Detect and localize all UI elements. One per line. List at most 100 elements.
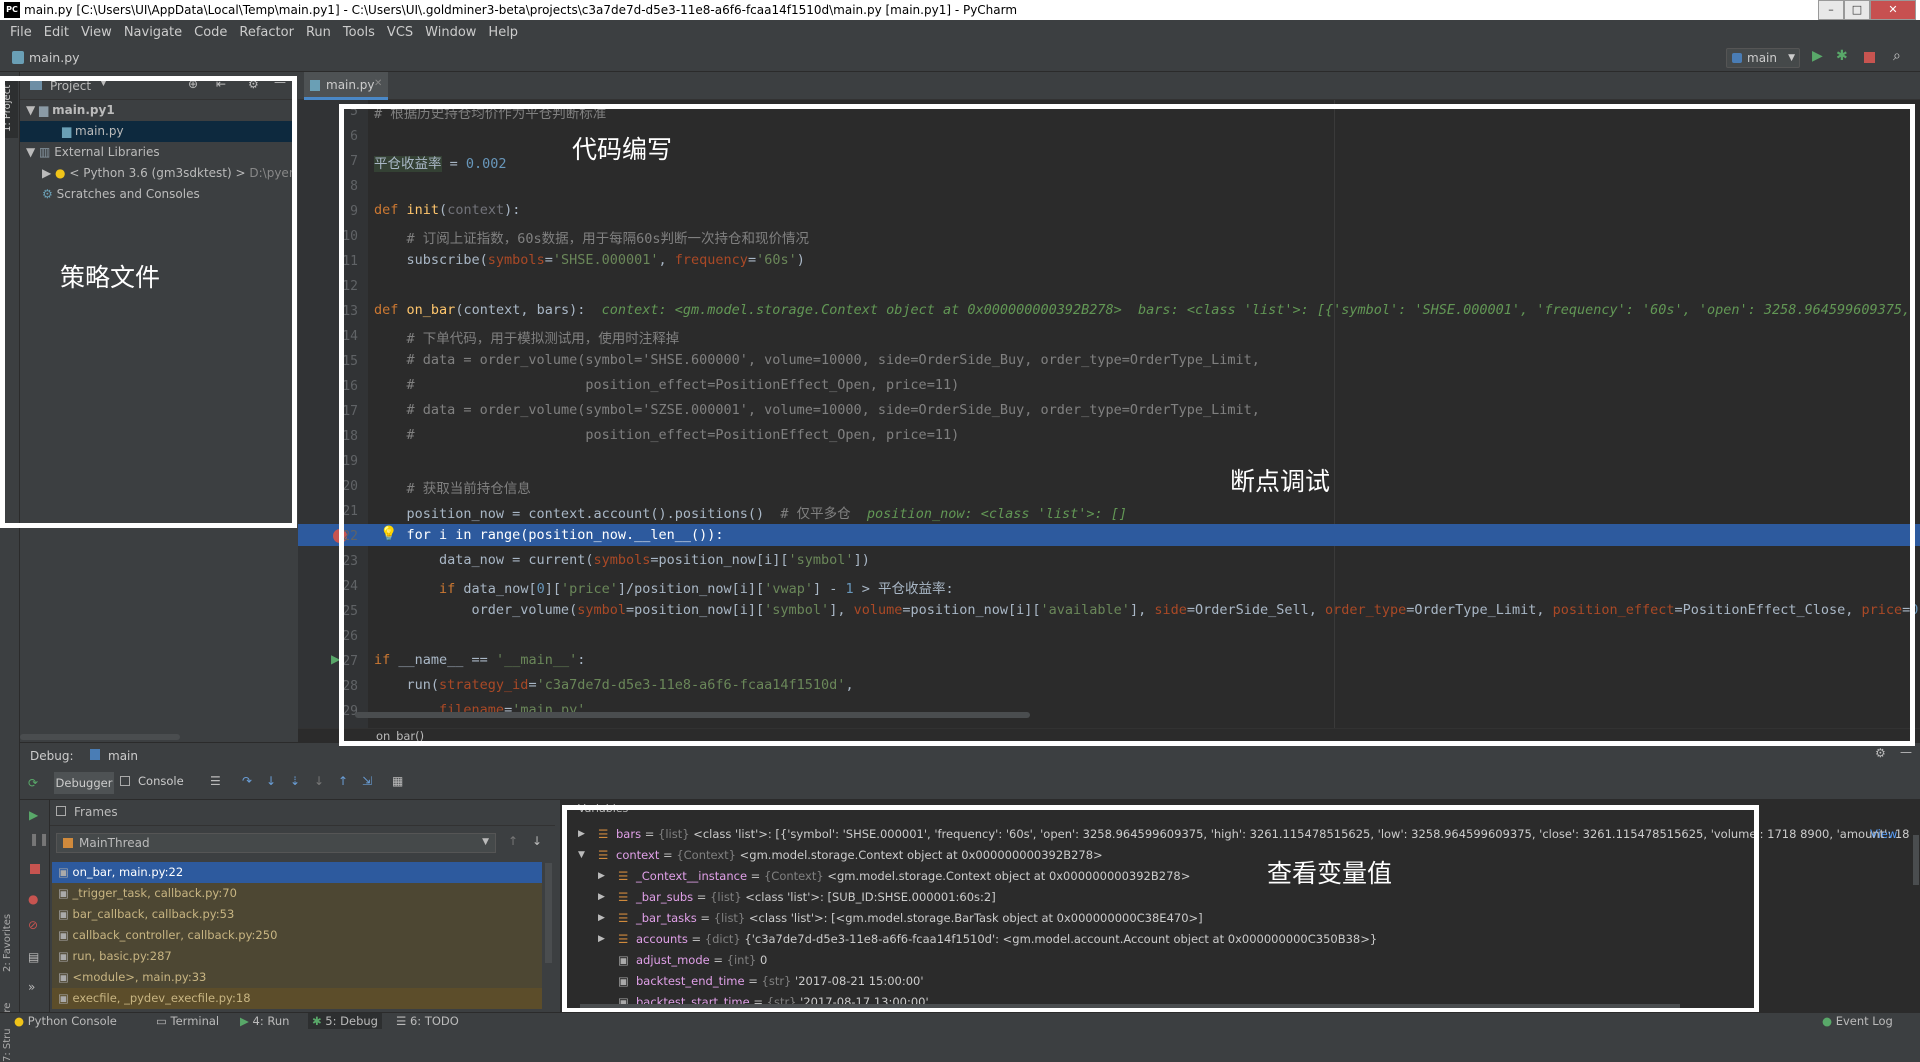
rerun-icon[interactable]: ⟳ — [28, 776, 38, 790]
annotation-code: 代码编写 — [572, 135, 673, 164]
mute-breakpoints-icon[interactable]: ⊘ — [28, 918, 38, 932]
frame-item[interactable]: ▣ bar_callback, callback.py:53 — [52, 904, 542, 925]
frames-header: Frames — [50, 800, 555, 826]
menu-navigate[interactable]: Navigate — [124, 25, 182, 40]
frame-item[interactable]: ▣ _trigger_task, callback.py:70 — [52, 883, 542, 904]
close-icon[interactable]: ✕ — [374, 78, 382, 89]
chevron-down-icon: ▼ — [1788, 53, 1795, 63]
frame-label: <module>, main.py:33 — [72, 970, 207, 984]
favorites-side-tab[interactable]: 2: Favorites — [2, 882, 18, 972]
minimize-button[interactable]: – — [1818, 0, 1844, 20]
stop-icon[interactable] — [30, 864, 40, 874]
status-run[interactable]: ▶ 4: Run — [240, 1014, 289, 1028]
python-icon: ● — [14, 1014, 28, 1028]
status-todo[interactable]: ☰ 6: TODO — [396, 1014, 459, 1028]
breadcrumb[interactable]: main.py — [29, 50, 80, 65]
status-python-console[interactable]: ● Python Console — [14, 1014, 117, 1028]
variables-scrollbar[interactable] — [1913, 835, 1919, 885]
menu-view[interactable]: View — [81, 25, 112, 40]
annotation-vars: 查看变量值 — [1267, 859, 1393, 888]
run-config-label: main — [1747, 51, 1777, 65]
menu-code[interactable]: Code — [194, 25, 227, 40]
frame-label: callback_controller, callback.py:250 — [72, 928, 278, 942]
run-icon[interactable]: ▶ — [1812, 48, 1823, 64]
todo-icon: ☰ — [396, 1014, 410, 1028]
variables-highlight-box — [562, 805, 1759, 1013]
menu-bar: File Edit View Navigate Code Refactor Ru… — [0, 20, 1920, 44]
status-label: Terminal — [170, 1014, 220, 1028]
debug-config-tab[interactable]: main — [108, 749, 138, 763]
frame-icon: ▣ — [58, 907, 73, 921]
close-button[interactable]: ✕ — [1870, 0, 1916, 20]
frame-icon: ▣ — [58, 970, 73, 984]
resume-icon[interactable]: ▶ — [29, 808, 38, 822]
console-icon — [120, 776, 130, 786]
python-file-icon — [310, 80, 320, 91]
menu-help[interactable]: Help — [488, 25, 518, 40]
frame-item[interactable]: ▣ execfile, _pydev_execfile.py:18 — [52, 988, 542, 1009]
frame-icon: ▣ — [58, 949, 73, 963]
menu-vcs[interactable]: VCS — [387, 25, 413, 40]
status-label: 4: Run — [252, 1014, 290, 1028]
step-into-my-code-icon[interactable]: ⇣ — [290, 774, 300, 788]
annotation-strategy: 策略文件 — [60, 263, 161, 292]
frame-icon: ▣ — [58, 928, 73, 942]
menu-icon[interactable]: ☰ — [210, 774, 221, 788]
force-step-into-icon[interactable]: ↓ — [314, 774, 324, 788]
layout-icon[interactable]: ▤ — [28, 950, 39, 964]
run-config-select[interactable]: main ▼ — [1726, 48, 1800, 68]
event-log-icon: ● — [1822, 1014, 1836, 1028]
status-label: Event Log — [1835, 1014, 1893, 1028]
view-breakpoints-icon[interactable]: ● — [28, 892, 38, 906]
hide-icon[interactable]: — — [1900, 745, 1912, 759]
menu-edit[interactable]: Edit — [44, 25, 69, 40]
menu-window[interactable]: Window — [425, 25, 476, 40]
strategy-file-highlight-box — [0, 76, 297, 528]
run-to-cursor-icon[interactable]: ⇲ — [362, 774, 372, 788]
step-into-icon[interactable]: ↓ — [266, 774, 276, 788]
tab-console[interactable]: Console — [138, 774, 184, 788]
menu-file[interactable]: File — [10, 25, 32, 40]
menu-run[interactable]: Run — [306, 25, 331, 40]
status-event-log[interactable]: ● Event Log — [1822, 1014, 1893, 1028]
tab-debugger[interactable]: Debugger — [54, 772, 114, 794]
down-arrow-icon[interactable]: ↓ — [532, 834, 542, 848]
python-icon — [1732, 53, 1742, 63]
more-icon[interactable]: » — [28, 980, 35, 994]
evaluate-icon[interactable]: ▦ — [392, 774, 403, 788]
terminal-icon: ▭ — [156, 1014, 171, 1028]
maximize-button[interactable]: □ — [1844, 0, 1870, 20]
search-icon[interactable]: ⌕ — [1893, 48, 1901, 64]
debug-controls: ▶ ❚❚ ● ⊘ ▤ » — [20, 800, 50, 1012]
frame-label: on_bar, main.py:22 — [72, 865, 184, 879]
tab-main-py[interactable]: main.py ✕ — [304, 72, 388, 100]
status-terminal[interactable]: ▭ Terminal — [156, 1014, 219, 1028]
step-over-icon[interactable]: ↷ — [242, 774, 252, 788]
step-out-icon[interactable]: ↑ — [338, 774, 348, 788]
horizontal-scrollbar[interactable] — [20, 734, 180, 740]
frames-icon — [56, 806, 66, 816]
up-arrow-icon[interactable]: ↑ — [508, 834, 518, 848]
thread-label: MainThread — [79, 836, 150, 850]
frame-label: execfile, _pydev_execfile.py:18 — [72, 991, 251, 1005]
gear-icon[interactable]: ⚙ — [1875, 746, 1886, 760]
debug-icon[interactable]: ✱ — [1836, 48, 1848, 64]
frames-panel: Frames MainThread ▼ ↑ ↓ ▣ on_bar, main.p… — [50, 800, 555, 1012]
menu-tools[interactable]: Tools — [343, 25, 375, 40]
stop-icon[interactable] — [1864, 52, 1875, 63]
frame-icon: ▣ — [58, 991, 73, 1005]
run-icon: ▶ — [240, 1014, 253, 1028]
frame-item[interactable]: ▣ <module>, main.py:33 — [52, 967, 542, 988]
frame-item[interactable]: ▣ run, basic.py:287 — [52, 946, 542, 967]
thread-select[interactable]: MainThread ▼ — [56, 833, 496, 853]
frame-item[interactable]: ▣ callback_controller, callback.py:250 — [52, 925, 542, 946]
status-debug[interactable]: ✱ 5: Debug — [308, 1013, 382, 1029]
menu-refactor[interactable]: Refactor — [239, 25, 294, 40]
frames-scrollbar[interactable] — [545, 863, 552, 963]
status-label: 6: TODO — [409, 1014, 459, 1028]
editor-tab-bar: main.py ✕ — [298, 72, 1920, 100]
navigation-bar: main.py main ▼ ▶ ✱ ⌕ — [0, 44, 1920, 72]
status-label: 5: Debug — [325, 1014, 378, 1028]
pause-icon[interactable]: ❚❚ — [29, 832, 49, 846]
frame-item[interactable]: ▣ on_bar, main.py:22 — [52, 862, 542, 883]
